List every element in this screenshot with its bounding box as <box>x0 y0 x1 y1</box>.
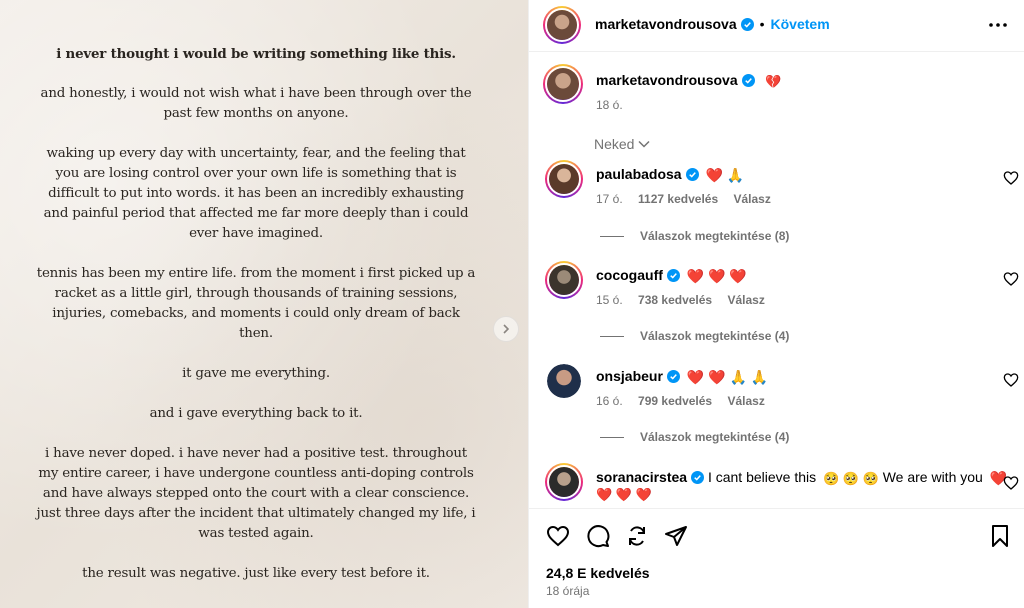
comment-time: 16 ó. <box>596 394 623 408</box>
comment-text-continued: We are with you <box>882 469 983 485</box>
letter-text: i never thought i would be writing somet… <box>36 44 476 604</box>
repost-button[interactable] <box>624 523 650 549</box>
commenter-username[interactable]: soranacirstea <box>596 469 687 485</box>
comment-text: I cant believe this <box>707 469 817 485</box>
commenter-avatar[interactable] <box>547 364 581 398</box>
comment-time: 15 ó. <box>596 293 623 307</box>
like-comment-heart-icon[interactable] <box>1003 372 1019 388</box>
following-button[interactable]: Követem <box>771 16 830 32</box>
sort-label: Neked <box>594 136 635 152</box>
comment-time: 17 ó. <box>596 192 623 206</box>
verified-icon <box>666 370 680 383</box>
letter-paragraph: it gave me everything. <box>182 366 330 381</box>
comment-emojis: ❤️ 🙏 <box>705 167 745 183</box>
like-comment-heart-icon[interactable] <box>1003 475 1019 491</box>
verified-icon <box>685 168 699 181</box>
next-slide-button[interactable] <box>493 316 519 342</box>
reply-button[interactable]: Válasz <box>727 293 764 307</box>
comment-emojis: 🥺 🥺 🥺 <box>823 471 879 486</box>
letter-paragraph: i never thought i would be writing somet… <box>56 46 456 62</box>
letter-paragraph: and i gave everything back to it. <box>149 406 363 421</box>
replies-divider <box>600 436 624 438</box>
verified-icon <box>741 74 755 87</box>
chevron-right-icon <box>503 324 510 334</box>
verified-icon <box>740 18 754 31</box>
author-avatar[interactable] <box>543 6 581 44</box>
comment-likes[interactable]: 799 kedvelés <box>638 394 712 408</box>
post-actions: 24,8 E kedvelés 18 órája <box>529 508 1024 608</box>
post-header: marketavondrousova • Követem <box>529 0 1024 52</box>
reply-button[interactable]: Válasz <box>733 192 770 206</box>
share-button[interactable] <box>663 523 689 549</box>
letter-paragraph: waking up every day with uncertainty, fe… <box>43 146 469 241</box>
post-time: 18 órája <box>546 584 590 598</box>
letter-paragraph: the result was negative. just like every… <box>82 566 430 581</box>
view-replies-label: Válaszok megtekintése (4) <box>640 430 790 444</box>
comment-emojis-line-2: ❤️ ❤️ ❤️ <box>596 487 652 502</box>
caption-time: 18 ó. <box>596 98 623 112</box>
letter-paragraph: i have never doped. i have never had a p… <box>36 446 476 541</box>
view-replies-label: Válaszok megtekintése (4) <box>640 329 790 343</box>
verified-icon <box>666 269 680 282</box>
post-side-panel: marketavondrousova • Követem marketavondro… <box>528 0 1024 608</box>
separator-dot: • <box>759 16 765 32</box>
commenter-avatar[interactable] <box>545 463 583 501</box>
commenter-avatar[interactable] <box>545 160 583 198</box>
like-comment-heart-icon[interactable] <box>1003 170 1019 186</box>
like-comment-heart-icon[interactable] <box>1003 271 1019 287</box>
commenter-avatar[interactable] <box>545 261 583 299</box>
view-replies-button[interactable]: Válaszok megtekintése (4) <box>600 329 789 343</box>
heart-icon <box>546 525 570 547</box>
comment-button[interactable] <box>585 523 611 549</box>
commenter-username[interactable]: paulabadosa <box>596 166 682 182</box>
likes-count[interactable]: 24,8 E kedvelés <box>546 565 650 581</box>
broken-heart-emoji: 💔 <box>765 74 782 89</box>
comment-emojis: ❤️ ❤️ ❤️ <box>686 268 747 284</box>
more-options-button[interactable] <box>987 14 1009 36</box>
repost-icon <box>629 526 645 546</box>
comment-sort-dropdown[interactable]: Neked <box>594 136 650 152</box>
chevron-down-icon <box>638 140 650 148</box>
view-replies-label: Válaszok megtekintése (8) <box>640 229 790 243</box>
caption-avatar[interactable] <box>543 64 583 104</box>
replies-divider <box>600 235 624 237</box>
letter-paragraph: tennis has been my entire life. from the… <box>36 266 476 341</box>
bookmark-icon <box>992 525 1008 547</box>
commenter-username[interactable]: onsjabeur <box>596 368 663 384</box>
view-replies-button[interactable]: Válaszok megtekintése (4) <box>600 430 789 444</box>
commenter-username[interactable]: cocogauff <box>596 267 663 283</box>
replies-divider <box>600 335 624 337</box>
comment-likes[interactable]: 1127 kedvelés <box>638 192 718 206</box>
send-icon <box>665 526 687 546</box>
verified-icon <box>691 471 705 484</box>
reply-button[interactable]: Válasz <box>727 394 764 408</box>
more-horizontal-icon <box>989 23 1007 27</box>
letter-paragraph: and honestly, i would not wish what i ha… <box>40 86 472 121</box>
comment-icon <box>587 525 610 548</box>
view-replies-button[interactable]: Válaszok megtekintése (8) <box>600 229 789 243</box>
post-image: i never thought i would be writing somet… <box>0 0 528 608</box>
caption-username[interactable]: marketavondrousova <box>596 72 738 88</box>
comment-likes[interactable]: 738 kedvelés <box>638 293 712 307</box>
like-button[interactable] <box>545 523 571 549</box>
comment-emojis: ❤️ ❤️ 🙏 🙏 <box>686 369 769 385</box>
save-button[interactable] <box>987 523 1013 549</box>
author-username[interactable]: marketavondrousova <box>595 16 737 32</box>
